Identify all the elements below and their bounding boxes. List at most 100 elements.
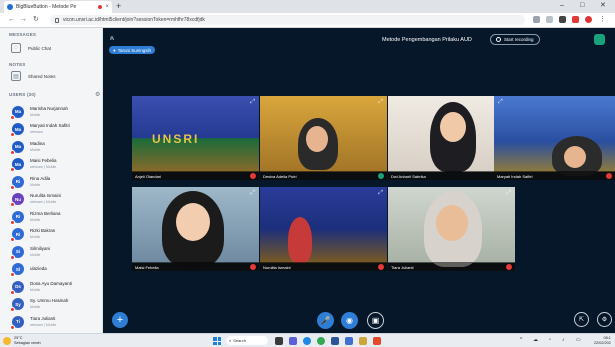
- participant-name: Dwi Anbarli Sabrika: [391, 174, 426, 179]
- user-status: Mobile: [30, 217, 41, 222]
- weather-widget[interactable]: 29°C Sebagian cerah: [3, 336, 41, 345]
- sidebar: MESSAGES ◌ Public Chat NOTES ▤ Shared No…: [0, 28, 103, 333]
- start-recording-button[interactable]: Start recording: [490, 34, 540, 45]
- user-list-item[interactable]: Sy Sy. Ummu Hasinah Mobile: [10, 296, 100, 313]
- user-status: Mobile: [30, 112, 41, 117]
- profile-avatar[interactable]: [585, 16, 592, 23]
- expand-icon[interactable]: ⤢: [250, 190, 255, 197]
- video-tile[interactable]: UNSRI ⤢ Anjeli Olandari: [132, 96, 259, 180]
- new-tab-button[interactable]: +: [116, 1, 121, 11]
- muted-badge-icon: [10, 114, 15, 120]
- cloud-icon[interactable]: ☁: [533, 337, 538, 343]
- battery-icon[interactable]: ▭: [576, 337, 581, 343]
- user-list-item[interactable]: Ti Tiara Julianti webcam | Mobile: [10, 313, 100, 330]
- meeting-title: Metode Pengembangan Prilaku AUD: [382, 37, 472, 43]
- volume-icon[interactable]: ♪: [562, 337, 565, 343]
- user-list-item[interactable]: Si Silmiliyani Mobile: [10, 243, 100, 260]
- menu-kebab-icon[interactable]: ⋮: [599, 16, 606, 23]
- extension-icon[interactable]: [533, 16, 540, 23]
- user-list-item[interactable]: Ma Maisi Febelia webcam | Mobile: [10, 156, 100, 173]
- user-list-toggle-icon[interactable]: ጰ: [110, 35, 114, 43]
- notes-icon: ▤: [11, 71, 21, 81]
- participant-name: Desiva Adelia Putri: [263, 174, 297, 179]
- address-bar-row: ← → ↻ vicon.unsri.ac.id/html5client/join…: [0, 13, 615, 28]
- user-list-item[interactable]: Sl ulazieda: [10, 261, 100, 278]
- reload-icon[interactable]: ↻: [33, 15, 39, 25]
- presentation-toggle-button[interactable]: ⇱: [574, 312, 589, 327]
- user-list-item[interactable]: Ri Rizki Bakran Mobile: [10, 226, 100, 243]
- avatar: Ma: [10, 105, 24, 120]
- tab-title: BigBlueButton - Metode Pe: [16, 4, 77, 10]
- expand-icon[interactable]: ⤢: [250, 99, 255, 106]
- close-window-button[interactable]: ✕: [600, 1, 606, 11]
- avatar: Ti: [10, 315, 24, 330]
- user-list-item[interactable]: Nu Nurulita Ismaini webcam | Mobile: [10, 191, 100, 208]
- extensions-puzzle-icon[interactable]: [559, 16, 566, 23]
- share-webcam-button[interactable]: ◉: [341, 312, 358, 329]
- expand-icon[interactable]: ⤢: [378, 190, 383, 197]
- mute-mic-button[interactable]: 🎤: [317, 312, 334, 329]
- add-action-button[interactable]: +: [112, 312, 128, 328]
- expand-icon[interactable]: ⤢: [378, 99, 383, 106]
- video-tile[interactable]: ⤢ Maisi Febelia: [132, 187, 259, 271]
- clock[interactable]: 08:1 22/02/202: [594, 336, 611, 345]
- mic-status-icon: [506, 264, 512, 270]
- user-status: webcam | Mobile: [30, 322, 57, 327]
- user-status: Mobile: [30, 305, 41, 309]
- video-tile[interactable]: ⤢ Tiara Julianti: [388, 187, 515, 271]
- record-icon: [496, 37, 501, 42]
- settings-button[interactable]: ⚙: [597, 312, 612, 327]
- user-status: Mobile: [30, 252, 41, 257]
- tray-chevron-icon[interactable]: ^: [520, 337, 522, 343]
- expand-icon[interactable]: ⤢: [498, 99, 503, 106]
- minimize-button[interactable]: –: [560, 1, 564, 11]
- muted-badge-icon: [10, 272, 15, 277]
- edge-icon[interactable]: [303, 337, 311, 345]
- shared-notes-item[interactable]: ▤ Shared Notes: [11, 71, 56, 81]
- wall-text: UNSRI: [152, 132, 200, 146]
- mic-status-icon: [606, 173, 612, 179]
- address-bar[interactable]: vicon.unsri.ac.id/html5client/join?sessi…: [50, 15, 525, 25]
- user-list-item[interactable]: Ds Dosa Ayu Damayanti Mobile: [10, 278, 100, 295]
- user-list-item[interactable]: Ma Marisha Nurjannah Mobile: [10, 103, 100, 120]
- public-chat-item[interactable]: ◌ Public Chat: [11, 43, 51, 53]
- avatar: Sl: [10, 263, 24, 277]
- store-icon[interactable]: [345, 337, 353, 345]
- back-arrow-icon[interactable]: ←: [8, 15, 15, 25]
- browser-tab[interactable]: BigBlueButton - Metode Pe ×: [4, 1, 112, 13]
- app-icon[interactable]: [373, 337, 381, 345]
- weather-text: Sebagian cerah: [14, 340, 41, 345]
- user-list-item[interactable]: Ma Madina Mobile: [10, 138, 100, 155]
- wifi-icon[interactable]: ◔: [548, 337, 551, 343]
- avatar: Ri: [10, 175, 24, 190]
- task-view-icon[interactable]: [275, 337, 283, 345]
- mic-status-icon: [250, 264, 256, 270]
- user-settings-gear-icon[interactable]: ⚙: [95, 91, 100, 98]
- forward-arrow-icon[interactable]: →: [20, 15, 27, 25]
- muted-badge-icon: [10, 184, 15, 190]
- options-button[interactable]: [594, 34, 605, 45]
- user-list-item[interactable]: Ma Maryati Indah Safitri webcam: [10, 121, 100, 138]
- video-tile[interactable]: ⤢ Maryati Indah Safitri: [494, 96, 615, 180]
- user-list-item[interactable]: Ri Rizma Berliana Mobile: [10, 208, 100, 225]
- video-tile[interactable]: ⤢ Desiva Adelia Putri: [260, 96, 387, 180]
- extension-red-icon[interactable]: [572, 16, 579, 23]
- chat-bubble-icon: ◌: [11, 43, 21, 53]
- start-button[interactable]: [213, 337, 221, 345]
- muted-badge-icon: [10, 324, 15, 330]
- participant-name: Anjeli Olandari: [135, 174, 162, 179]
- expand-icon[interactable]: ⤢: [506, 190, 511, 197]
- maximize-button[interactable]: □: [580, 1, 584, 11]
- close-tab-icon[interactable]: ×: [105, 4, 109, 10]
- mic-status-icon: [378, 173, 384, 179]
- share-icon[interactable]: [546, 16, 553, 23]
- share-screen-button[interactable]: ▣: [367, 312, 384, 329]
- video-tile[interactable]: ⤢ Nurulita Ismaini: [260, 187, 387, 271]
- chrome-icon[interactable]: [317, 337, 325, 345]
- muted-badge-icon: [10, 202, 15, 207]
- user-list-item[interactable]: Ri Rina Adila Mobile: [10, 173, 100, 190]
- taskbar-search[interactable]: ⌕ Search: [226, 336, 268, 345]
- teams-icon[interactable]: [289, 337, 297, 345]
- word-icon[interactable]: [331, 337, 339, 345]
- file-explorer-icon[interactable]: [359, 337, 367, 345]
